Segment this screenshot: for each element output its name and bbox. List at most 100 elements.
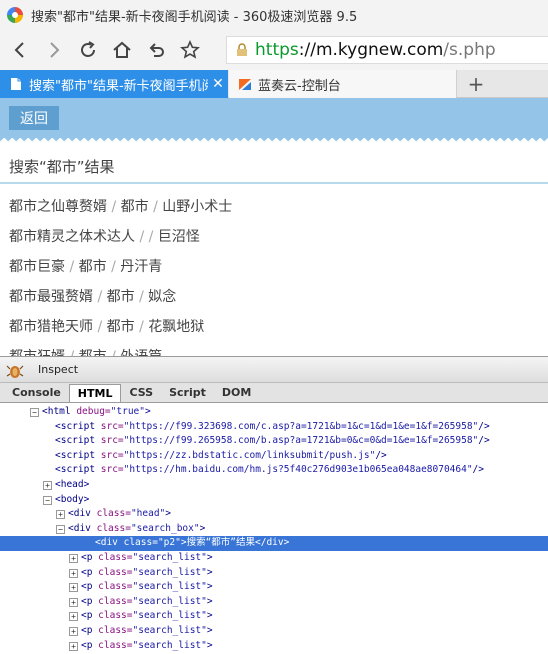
expand-icon[interactable]: + — [69, 641, 78, 651]
dom-node-markup: <head> — [55, 478, 90, 490]
book-author-link[interactable]: 山野小术士 — [162, 199, 232, 215]
book-category-link[interactable]: 都市 — [79, 259, 107, 275]
dom-node[interactable]: +<p class="search_list"> — [0, 624, 548, 639]
dom-node[interactable]: +<p class="search_list"> — [0, 580, 548, 595]
book-author-link[interactable]: 花飘地狱 — [148, 319, 204, 335]
dom-node[interactable]: + <head> — [0, 478, 548, 493]
inspector-title: Inspect — [38, 363, 79, 376]
navigation-toolbar: https://m.kygnew.com/s.php — [0, 30, 548, 70]
dom-node-markup: <script src="https://f99.323698.com/c.as… — [55, 420, 490, 432]
search-heading: 搜索“都市”结果 — [0, 150, 548, 184]
inspector-panel: Inspect Console HTML CSS Script DOM − <html d… — [0, 356, 548, 654]
back-link-button[interactable]: 返回 — [9, 106, 59, 130]
expand-icon[interactable]: + — [69, 553, 78, 563]
dom-node[interactable]: + <div class="head"> — [0, 507, 548, 522]
dom-node-markup: <script src="https://f99.265958.com/b.as… — [55, 435, 490, 447]
window-titlebar: 搜索"都市"结果-新卡夜阁手机阅读 - 360极速浏览器 9.5 — [0, 0, 548, 30]
search-result-item[interactable]: 都市猎艳天师 / 都市 / 花飘地狱 — [0, 312, 548, 342]
lanzou-logo-icon — [239, 79, 251, 90]
book-author-link[interactable]: 外语篇 — [120, 349, 162, 356]
book-author-link[interactable]: 丹汗青 — [120, 259, 162, 275]
url-scheme: https — [255, 40, 299, 60]
dom-node-markup: <div class="head"> — [68, 508, 171, 520]
tab-lanzou-console[interactable]: 蓝奏云-控制台 — [229, 70, 457, 98]
book-category-link[interactable]: 都市 — [107, 289, 135, 305]
arrow-right-icon — [50, 42, 60, 58]
search-result-item[interactable]: 都市精灵之体术达人 / / 巨沼怪 — [0, 222, 548, 252]
search-result-item[interactable]: 都市巨豪 / 都市 / 丹汗青 — [0, 252, 548, 282]
expand-icon[interactable]: + — [69, 568, 78, 578]
undo-close-tab-button[interactable] — [139, 35, 173, 65]
book-title-link[interactable]: 都市狂婿 — [9, 349, 65, 356]
search-result-item[interactable]: 都市狂婿 / 都市 / 外语篇 — [0, 342, 548, 356]
book-title-link[interactable]: 都市之仙尊赘婿 — [9, 199, 107, 215]
dom-node[interactable]: +<p class="search_list"> — [0, 595, 548, 610]
home-button[interactable] — [105, 35, 139, 65]
dom-node[interactable]: <div class="p2">搜索“都市”结果</div> — [0, 536, 548, 551]
expand-icon[interactable]: + — [69, 612, 78, 622]
page-viewport: 返回 搜索“都市”结果 都市之仙尊赘婿 / 都市 / 山野小术士 都市精灵之体术达… — [0, 98, 548, 356]
dom-node-markup: <script src="https://zz.bdstatic.com/lin… — [55, 449, 387, 461]
arrow-left-icon — [14, 42, 24, 58]
address-bar[interactable]: https://m.kygnew.com/s.php — [226, 36, 548, 64]
reload-button[interactable] — [71, 35, 105, 65]
header-divider — [0, 138, 548, 144]
inspector-tab-css[interactable]: CSS — [121, 384, 161, 402]
dom-node-markup: <p class="search_list"> — [81, 639, 213, 651]
separator: / — [139, 289, 144, 305]
dom-node[interactable]: +<p class="search_list"> — [0, 551, 548, 566]
separator: / — [139, 319, 144, 335]
book-category-link[interactable]: 都市 — [121, 199, 149, 215]
search-result-item[interactable]: 都市最强赘婿 / 都市 / 姒念 — [0, 282, 548, 312]
expand-icon[interactable]: + — [56, 510, 65, 520]
inspector-tab-script[interactable]: Script — [161, 384, 214, 402]
tab-search-results[interactable]: 搜索"都市"结果-新卡夜阁手机阅读 ✕ — [0, 70, 228, 98]
dom-node[interactable]: +<p class="search_list"> — [0, 609, 548, 624]
dom-node[interactable]: − <div class="search_box"> — [0, 522, 548, 537]
dom-node-markup: <p class="search_list"> — [81, 624, 213, 636]
inspector-tab-html[interactable]: HTML — [68, 384, 122, 402]
new-tab-button[interactable]: + — [463, 70, 489, 98]
collapse-icon[interactable]: − — [43, 495, 52, 505]
dom-node[interactable]: +<p class="search_list"> — [0, 639, 548, 654]
book-title-link[interactable]: 都市最强赘婿 — [9, 289, 93, 305]
tab-strip: 搜索"都市"结果-新卡夜阁手机阅读 ✕ 蓝奏云-控制台 + — [0, 70, 548, 98]
url-text[interactable]: https://m.kygnew.com/s.php — [255, 40, 496, 60]
book-author-link[interactable]: 姒念 — [148, 289, 176, 305]
inspector-tab-console[interactable]: Console — [4, 384, 69, 402]
back-button[interactable] — [3, 35, 37, 65]
dom-node[interactable]: − <body> — [0, 493, 548, 508]
book-category-link[interactable]: 都市 — [79, 349, 107, 356]
book-category-link[interactable]: 都市 — [107, 319, 135, 335]
dom-node-markup: <div class="p2">搜索“都市”结果</div> — [95, 536, 294, 551]
book-title-link[interactable]: 都市精灵之体术达人 — [9, 229, 135, 245]
search-result-item[interactable]: 都市之仙尊赘婿 / 都市 / 山野小术士 — [0, 192, 548, 222]
dom-node[interactable]: <script src="https://hm.baidu.com/hm.js?… — [0, 463, 548, 478]
expand-icon[interactable]: + — [43, 480, 52, 490]
dom-node[interactable]: <script src="https://f99.265958.com/b.as… — [0, 434, 548, 449]
expand-icon[interactable]: + — [69, 597, 78, 607]
book-author-link[interactable]: 巨沼怪 — [158, 229, 200, 245]
close-icon[interactable]: ✕ — [208, 76, 228, 92]
expand-icon[interactable]: + — [69, 626, 78, 636]
favorite-button[interactable] — [173, 35, 207, 65]
collapse-icon[interactable]: − — [56, 524, 65, 534]
star-icon — [180, 40, 200, 59]
firebug-icon — [6, 365, 24, 378]
dom-node[interactable]: <script src="https://zz.bdstatic.com/lin… — [0, 449, 548, 464]
window-title: 搜索"都市"结果-新卡夜阁手机阅读 - 360极速浏览器 9.5 — [31, 9, 358, 25]
separator: / — [97, 319, 103, 335]
dom-node-markup: <p class="search_list"> — [81, 566, 213, 578]
inspector-tab-dom[interactable]: DOM — [214, 384, 259, 402]
tab-title: 搜索"都市"结果-新卡夜阁手机阅读 — [29, 78, 208, 94]
forward-button[interactable] — [37, 35, 71, 65]
collapse-icon[interactable]: − — [30, 408, 39, 417]
book-title-link[interactable]: 都市猎艳天师 — [9, 319, 93, 335]
book-title-link[interactable]: 都市巨豪 — [9, 259, 65, 275]
expand-icon[interactable]: + — [69, 583, 78, 593]
dom-node[interactable]: +<p class="search_list"> — [0, 566, 548, 581]
url-host: ://m.kygnew.com — [298, 40, 444, 60]
separator: / — [97, 289, 103, 305]
dom-node[interactable]: <script src="https://f99.323698.com/c.as… — [0, 420, 548, 435]
dom-node[interactable]: − <html debug="true"> — [0, 405, 548, 420]
